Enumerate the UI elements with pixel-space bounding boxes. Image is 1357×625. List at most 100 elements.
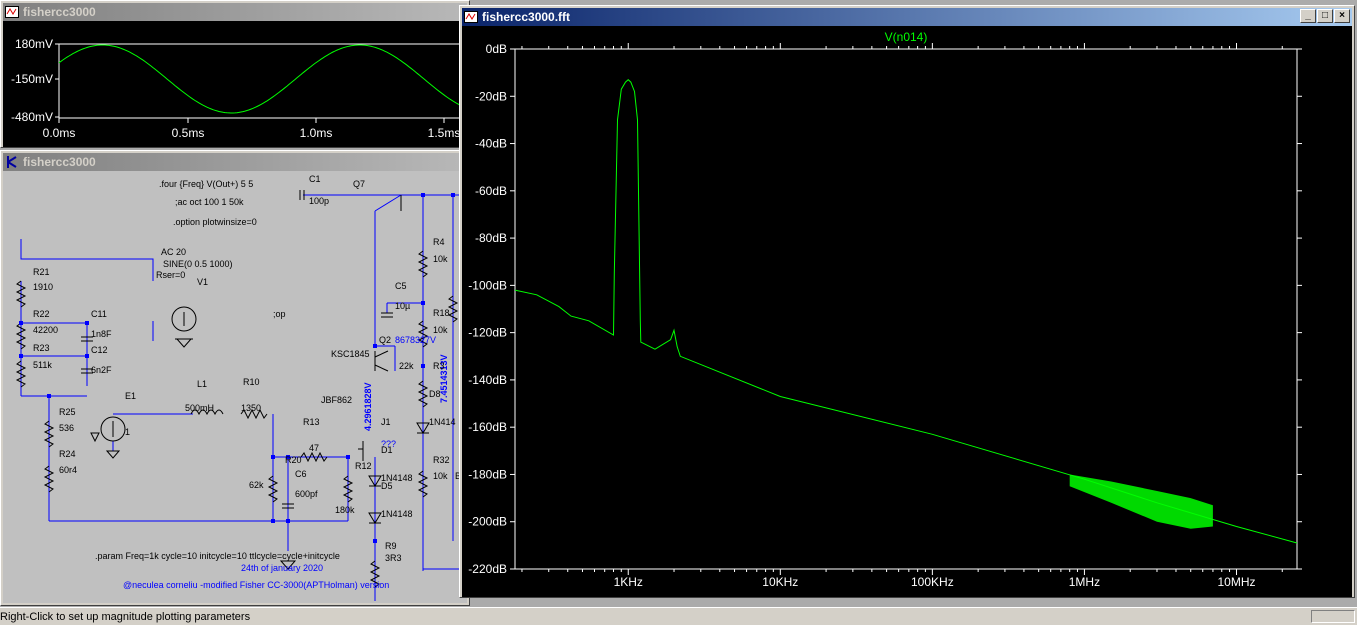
c5-label[interactable]: C5 — [395, 281, 407, 291]
j1-label[interactable]: J1 — [381, 417, 391, 427]
fft-ytick-label: -20dB — [475, 89, 507, 103]
waveform-ytick-label: -480mV — [11, 110, 53, 124]
e1-label[interactable]: E1 — [125, 391, 136, 401]
r22-label[interactable]: R22 — [33, 309, 50, 319]
v1-ac-label[interactable]: AC 20 — [161, 247, 186, 257]
waveform-titlebar[interactable]: fishercc3000 — [3, 3, 467, 21]
r12-value[interactable]: 180k — [335, 505, 355, 515]
c11-value[interactable]: 1n8F — [91, 329, 112, 339]
waveform-window[interactable]: fishercc3000 180mV -150mV -480mV 0.0ms 0… — [0, 0, 470, 148]
v1-label[interactable]: V1 — [197, 277, 208, 287]
d5-value[interactable]: 1N4148 — [381, 509, 413, 519]
r23-label[interactable]: R23 — [33, 343, 50, 353]
r25-label[interactable]: R25 — [59, 407, 76, 417]
q2-voltage-label: 8678327V — [395, 335, 437, 345]
c12-value[interactable]: 6n2F — [91, 365, 112, 375]
r18-value[interactable]: 10k — [433, 325, 448, 335]
schematic-window[interactable]: fishercc3000 .four {Freq} V(Out+) 5 5 ;a… — [0, 150, 470, 606]
c11-label[interactable]: C11 — [91, 309, 107, 319]
l1-label[interactable]: L1 — [197, 379, 207, 389]
c1-value[interactable]: 100p — [309, 196, 329, 206]
status-panel — [1311, 610, 1355, 623]
r9-value[interactable]: 3R3 — [385, 553, 402, 563]
r13-label[interactable]: R13 — [303, 417, 320, 427]
r3-label[interactable]: R3 — [433, 361, 445, 371]
r22-value[interactable]: 42200 — [33, 325, 58, 335]
fft-window-buttons: _ □ × — [1300, 9, 1350, 23]
d8-label[interactable]: D8 — [429, 389, 441, 399]
r32-value[interactable]: 10k — [433, 471, 448, 481]
schematic-titlebar[interactable]: fishercc3000 — [3, 153, 467, 171]
r9-label[interactable]: R9 — [385, 541, 397, 551]
v1-rser-label[interactable]: Rser=0 — [156, 270, 185, 280]
fft-titlebar[interactable]: fishercc3000.fft _ □ × — [462, 8, 1352, 26]
c6-label[interactable]: C6 — [295, 469, 307, 479]
r10-value[interactable]: 1350 — [241, 403, 261, 413]
r10-label[interactable]: R10 — [243, 377, 260, 387]
r12-label[interactable]: R12 — [355, 461, 372, 471]
r3-value[interactable]: 22k — [399, 361, 414, 371]
c5-value[interactable]: 10µ — [395, 301, 410, 311]
c6-value[interactable]: 600pf — [295, 489, 318, 499]
j1-voltage-label: 4.2961828V — [363, 382, 373, 431]
c1-label[interactable]: C1 — [309, 174, 321, 184]
waveform-window-title: fishercc3000 — [23, 5, 96, 19]
r24-value[interactable]: 60r4 — [59, 465, 77, 475]
r23-value[interactable]: 511k — [33, 360, 52, 370]
e1-value[interactable]: 1 — [125, 427, 130, 437]
waveform-svg: 180mV -150mV -480mV 0.0ms 0.5ms 1.0ms 1.… — [11, 37, 469, 140]
op-directive[interactable]: ;op — [273, 309, 286, 319]
d5-label[interactable]: D5 — [381, 481, 393, 491]
fft-trace-title: V(n014) — [885, 30, 928, 44]
d8-value[interactable]: 1N414 — [429, 417, 456, 427]
fft-ytick-label: -80dB — [475, 231, 507, 245]
fft-plot-frame — [514, 48, 1298, 570]
four-directive[interactable]: .four {Freq} V(Out+) 5 5 — [159, 179, 253, 189]
fft-plot-area[interactable]: 0dB -20dB -40dB -60dB -80dB -100dB -120dB -140d… — [462, 26, 1352, 597]
fft-xtick-label: 1MHz — [1069, 575, 1100, 589]
q7-label[interactable]: Q7 — [353, 179, 365, 189]
schematic-window-title: fishercc3000 — [23, 155, 96, 169]
fft-window[interactable]: fishercc3000.fft _ □ × 0dB -20dB -40dB -60d… — [459, 5, 1355, 598]
r13-value[interactable]: 47 — [309, 443, 319, 453]
fft-window-title: fishercc3000.fft — [482, 10, 571, 24]
schematic-wires — [15, 190, 463, 601]
r20-value[interactable]: 62k — [249, 480, 264, 490]
r21-value[interactable]: 1910 — [33, 282, 53, 292]
fft-xtick-label: 100KHz — [911, 575, 954, 589]
r18-label[interactable]: R18 — [433, 308, 450, 318]
fft-xtick-label: 10MHz — [1217, 575, 1255, 589]
waveform-ytick-label: -150mV — [11, 72, 53, 86]
fft-ytick-label: -220dB — [468, 562, 507, 576]
waveform-plot-area[interactable]: 180mV -150mV -480mV 0.0ms 0.5ms 1.0ms 1.… — [3, 21, 469, 147]
q2-label[interactable]: Q2 — [379, 335, 391, 345]
c12-label[interactable]: C12 — [91, 345, 108, 355]
ac-directive[interactable]: ;ac oct 100 1 50k — [175, 197, 244, 207]
fft-ytick-label: -40dB — [475, 137, 507, 151]
d1-label[interactable]: D1 — [381, 445, 393, 455]
fft-ytick-label: -160dB — [468, 420, 507, 434]
r20-label[interactable]: R20 — [285, 455, 302, 465]
schematic-canvas[interactable]: .four {Freq} V(Out+) 5 5 ;ac oct 100 1 5… — [3, 171, 467, 603]
r21-label[interactable]: R21 — [33, 267, 50, 277]
restore-button[interactable]: □ — [1317, 9, 1333, 23]
j1-model[interactable]: JBF862 — [321, 395, 352, 405]
waveform-sine-trace — [58, 44, 469, 114]
date-comment[interactable]: 24th of january 2020 — [241, 563, 323, 573]
q2-model[interactable]: KSC1845 — [331, 349, 370, 359]
waveform-xtick-label: 0.0ms — [43, 126, 76, 140]
r32-label[interactable]: R32 — [433, 455, 450, 465]
param-directive[interactable]: .param Freq=1k cycle=10 initcycle=10 ttl… — [95, 551, 340, 561]
close-button[interactable]: × — [1334, 9, 1350, 23]
fft-chart-svg: 0dB -20dB -40dB -60dB -80dB -100dB -120dB -140d… — [468, 30, 1302, 589]
l1-value[interactable]: 500mH — [185, 403, 214, 413]
v1-sine-label[interactable]: SINE(0 0.5 1000) — [163, 259, 233, 269]
r24-label[interactable]: R24 — [59, 449, 76, 459]
minimize-button[interactable]: _ — [1300, 9, 1316, 23]
r4-value[interactable]: 10k — [433, 254, 448, 264]
option-directive[interactable]: .option plotwinsize=0 — [173, 217, 257, 227]
r4-label[interactable]: R4 — [433, 237, 445, 247]
r25-value[interactable]: 536 — [59, 423, 74, 433]
fft-xtick-label: 10KHz — [762, 575, 798, 589]
credit-comment[interactable]: @neculea corneliu -modified Fisher CC-30… — [123, 580, 389, 590]
